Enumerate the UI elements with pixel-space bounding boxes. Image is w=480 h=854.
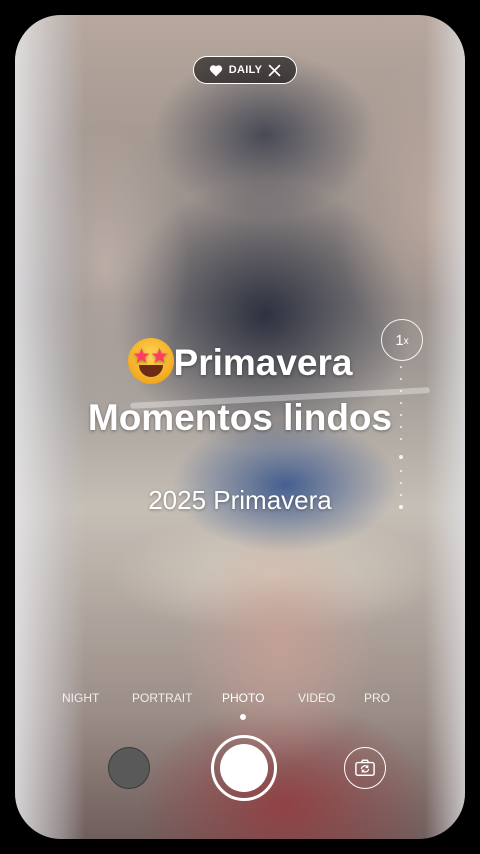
overlay-title-line1: ★ ★ Primavera [0, 338, 480, 388]
camera-mode-selector: NIGHT PORTRAIT PHOTO VIDEO PRO [0, 691, 480, 707]
heart-icon [209, 64, 222, 76]
shutter-button[interactable] [211, 735, 277, 801]
flip-camera-icon [355, 759, 375, 776]
overlay-title-line2: Momentos lindos [87, 397, 393, 438]
shutter-icon [220, 744, 268, 792]
flip-camera-button[interactable] [344, 747, 386, 789]
overlay-title-text: Primavera [173, 342, 353, 383]
daily-filter-chip[interactable]: DAILY [193, 56, 297, 84]
mode-night[interactable]: NIGHT [62, 691, 99, 705]
mode-video[interactable]: VIDEO [298, 691, 335, 705]
mode-portrait[interactable]: PORTRAIT [132, 691, 192, 705]
gallery-thumbnail[interactable] [108, 747, 150, 789]
close-icon[interactable] [268, 63, 281, 77]
active-mode-indicator [240, 714, 246, 720]
overlay-subtitle: 2025 Primavera [148, 485, 332, 515]
daily-filter-label: DAILY [228, 64, 263, 76]
mode-pro[interactable]: PRO [364, 691, 390, 705]
star-struck-emoji-icon: ★ ★ [127, 338, 174, 384]
mode-photo[interactable]: PHOTO [222, 691, 264, 705]
